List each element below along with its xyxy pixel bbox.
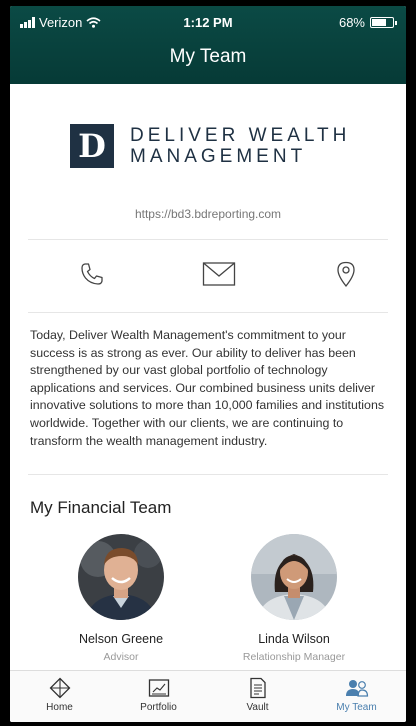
member-name: Linda Wilson (258, 632, 330, 646)
page-title: My Team (169, 46, 247, 67)
tab-label: Vault (246, 702, 269, 713)
tab-vault[interactable]: Vault (208, 671, 307, 722)
status-bar: Verizon 1:12 PM 68% (10, 15, 406, 33)
avatar (251, 534, 337, 620)
member-name: Nelson Greene (78, 632, 164, 646)
team-content[interactable]: D DELIVER WEALTH MANAGEMENT https://bd3.… (10, 84, 406, 668)
member-role: Advisor (103, 651, 139, 663)
logo-line-2: MANAGEMENT (130, 146, 307, 167)
battery-icon (370, 17, 397, 28)
team-member-card[interactable]: Nelson Greene Advisor (41, 534, 201, 663)
phone-icon[interactable] (74, 256, 110, 292)
tab-label: Home (46, 702, 73, 713)
location-pin-icon[interactable] (328, 256, 364, 292)
firm-url-link[interactable]: https://bd3.bdreporting.com (10, 207, 406, 221)
tab-label: Portfolio (140, 702, 177, 713)
logo-mark: D (70, 124, 114, 168)
tab-home[interactable]: Home (10, 671, 109, 722)
people-icon (345, 677, 369, 699)
team-member-card[interactable]: Linda Wilson Relationship Manager (214, 534, 374, 663)
divider (28, 239, 388, 240)
team-heading: My Financial Team (30, 498, 172, 517)
diamond-compass-icon (49, 677, 71, 699)
tab-my-team[interactable]: My Team (307, 671, 406, 722)
divider (28, 474, 388, 475)
firm-description: Today, Deliver Wealth Management's commi… (30, 328, 385, 448)
tab-label: My Team (336, 702, 377, 713)
contact-row (10, 256, 406, 292)
firm-logo: D DELIVER WEALTH MANAGEMENT (70, 124, 350, 168)
tab-bar: Home Portfolio Vault My Team (10, 670, 406, 722)
mail-icon[interactable] (201, 256, 237, 292)
chart-icon (148, 677, 170, 699)
divider (28, 312, 388, 313)
battery-percent: 68% (338, 15, 365, 30)
document-icon (249, 677, 267, 699)
phone-screen: Verizon 1:12 PM 68% My Team D DELIVER WE… (10, 6, 406, 722)
avatar (78, 534, 164, 620)
top-bar: Verizon 1:12 PM 68% My Team (10, 6, 406, 84)
logo-line-1: DELIVER WEALTH (130, 125, 351, 146)
member-role: Relationship Manager (242, 651, 346, 663)
tab-portfolio[interactable]: Portfolio (109, 671, 208, 722)
